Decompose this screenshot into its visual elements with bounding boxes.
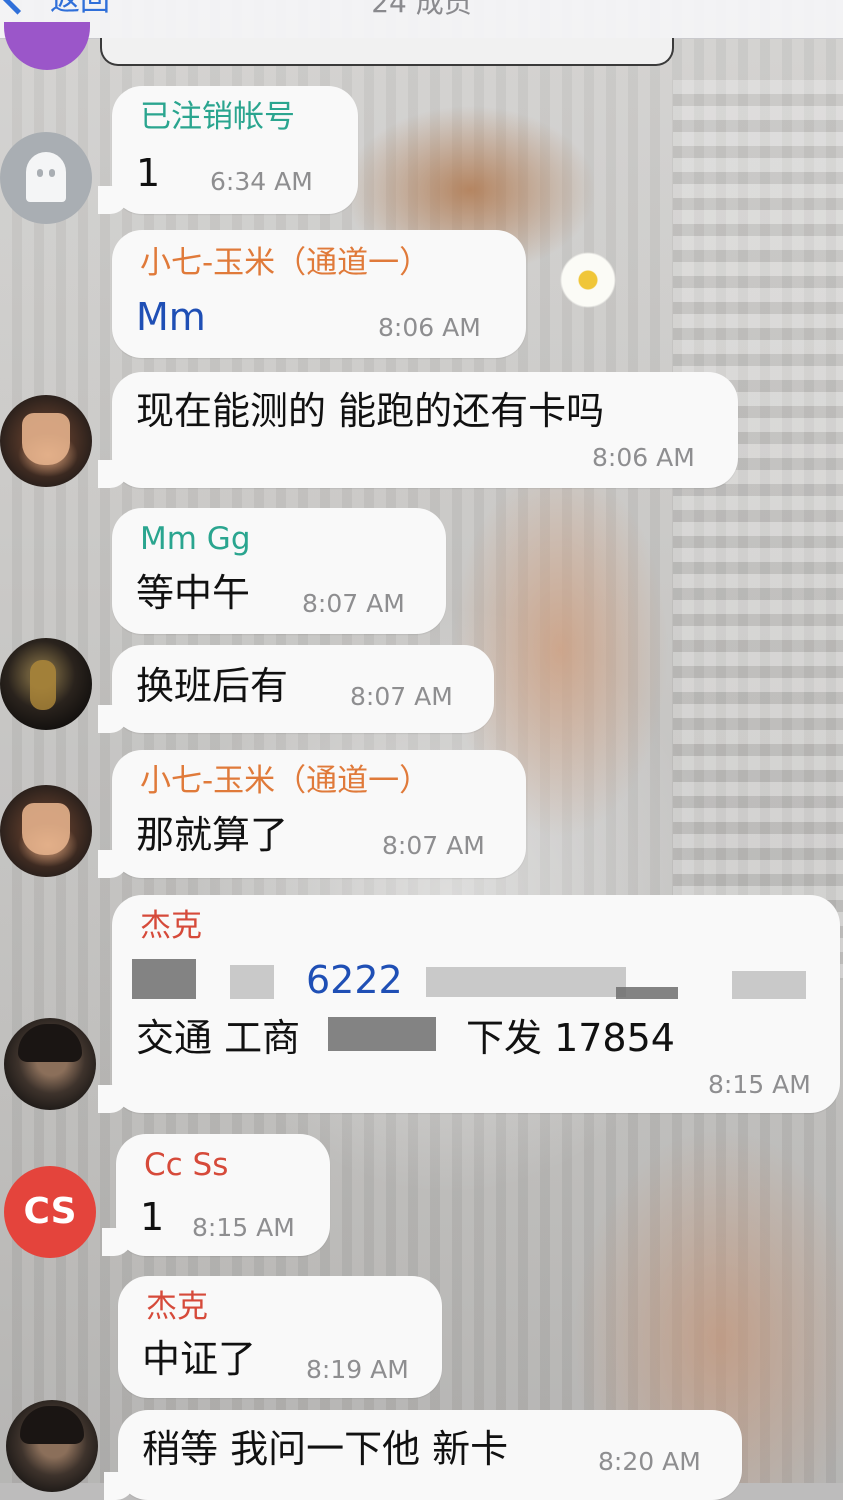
message-time: 8:15 AM <box>708 1070 811 1099</box>
hand-avatar[interactable] <box>0 785 92 877</box>
hand-avatar[interactable] <box>0 395 92 487</box>
message-text: 现在能测的 能跑的还有卡吗 <box>136 389 605 433</box>
pinned-bar[interactable] <box>100 38 674 66</box>
message-bubble[interactable]: 小七-玉米（通道一） 那就算了 8:07 AM <box>98 750 526 878</box>
chat-header: 返回 24 成员 <box>0 0 843 39</box>
face-avatar[interactable] <box>4 1018 96 1110</box>
wallpaper-flower <box>560 252 616 308</box>
avatar-initials: CS <box>23 1191 77 1232</box>
message-bubble[interactable]: 现在能测的 能跑的还有卡吗 8:06 AM <box>98 372 738 488</box>
message-bubble[interactable]: Cc Ss 1 8:15 AM <box>102 1134 330 1256</box>
redaction-block <box>732 971 806 999</box>
message-text: 等中午 <box>136 571 251 615</box>
ghost-icon[interactable] <box>0 132 92 224</box>
message-text: 1 <box>136 151 161 195</box>
message-time: 8:06 AM <box>592 443 695 472</box>
message-text: 交通 工商 <box>136 1016 301 1060</box>
redaction-block <box>132 959 196 999</box>
message-text-suffix: 下发 17854 <box>466 1016 675 1060</box>
message-bubble[interactable]: 稍等 我问一下他 新卡 8:20 AM <box>104 1410 742 1500</box>
message-text: 稍等 我问一下他 新卡 <box>142 1427 509 1471</box>
message-time: 8:07 AM <box>350 682 453 711</box>
sender-name[interactable]: 已注销帐号 <box>140 100 295 134</box>
message-time: 8:15 AM <box>192 1213 295 1242</box>
message-time: 8:20 AM <box>598 1447 701 1476</box>
message-bubble[interactable]: 换班后有 8:07 AM <box>98 645 494 733</box>
face-avatar[interactable] <box>6 1400 98 1492</box>
redaction-block <box>230 965 274 999</box>
dark-figure-avatar[interactable] <box>0 638 92 730</box>
redaction-block <box>328 1017 436 1051</box>
message-bubble[interactable]: 小七-玉米（通道一） Mm 8:06 AM <box>112 230 526 358</box>
sender-name[interactable]: Mm Gg <box>140 522 251 556</box>
sender-name[interactable]: 杰克 <box>140 909 202 943</box>
message-text: 中证了 <box>142 1337 257 1381</box>
sender-name[interactable]: 小七-玉米（通道一） <box>140 246 430 280</box>
cs-avatar[interactable]: CS <box>4 1166 96 1258</box>
chat-wallpaper <box>0 0 843 1483</box>
sender-name[interactable]: 小七-玉米（通道一） <box>140 764 430 798</box>
message-bubble[interactable]: 已注销帐号 1 6:34 AM <box>98 86 358 214</box>
message-text: 1 <box>140 1195 165 1239</box>
redaction-block <box>616 987 678 999</box>
redaction-block <box>426 967 626 997</box>
message-time: 8:19 AM <box>306 1355 409 1384</box>
message-link-text[interactable]: 6222 <box>306 959 403 1001</box>
message-text: 换班后有 <box>136 664 289 708</box>
member-count[interactable]: 24 成员 <box>0 0 843 18</box>
message-time: 8:07 AM <box>302 589 405 618</box>
sender-name[interactable]: 杰克 <box>146 1290 208 1324</box>
message-text: 那就算了 <box>136 813 289 857</box>
message-text: Mm <box>136 295 206 339</box>
message-bubble[interactable]: Mm Gg 等中午 8:07 AM <box>112 508 446 634</box>
message-time: 8:06 AM <box>378 313 481 342</box>
sender-name[interactable]: Cc Ss <box>144 1148 228 1182</box>
message-time: 6:34 AM <box>210 167 313 196</box>
message-time: 8:07 AM <box>382 831 485 860</box>
message-bubble[interactable]: 杰克 6222 交通 工商 下发 17854 8:15 AM <box>98 895 840 1113</box>
message-bubble[interactable]: 杰克 中证了 8:19 AM <box>118 1276 442 1398</box>
